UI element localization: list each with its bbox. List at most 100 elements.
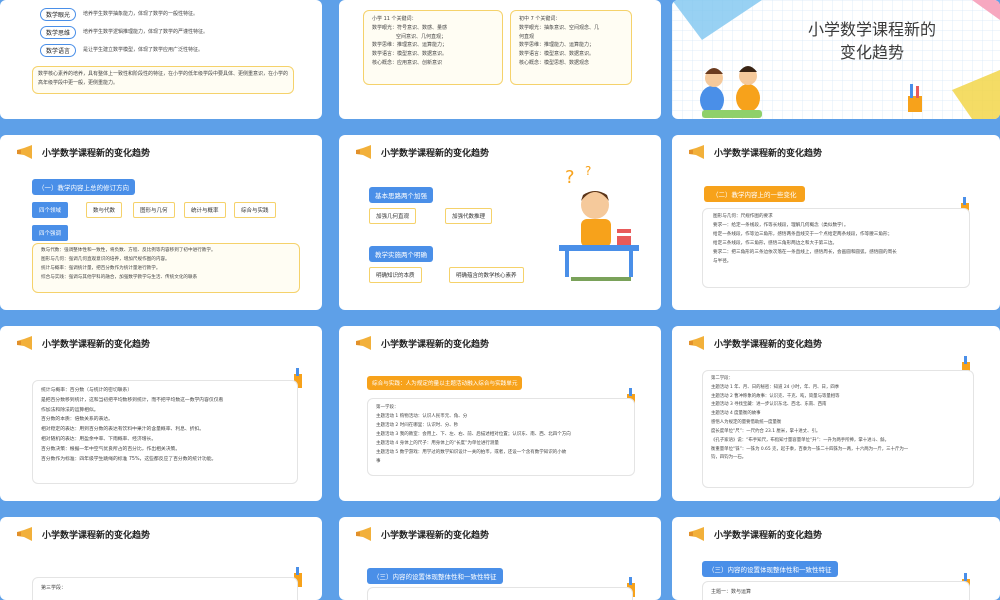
box-line: 数学眼光：抽象意识、空间观念、几 [519, 24, 600, 31]
pencil-cup-icon [908, 84, 922, 112]
trumpet-icon [356, 527, 371, 541]
box-line: 空间意识、几何直观； [396, 33, 447, 40]
slide-title: 小学数学课程新的变化趋势 [42, 339, 151, 350]
trumpet-icon [356, 336, 371, 350]
tag-text: 培养学生数学逻辑推理能力，体现了数学的严谨性特征。 [83, 29, 209, 35]
tag-label: 数学思维 [40, 26, 77, 39]
trumpet-icon [17, 336, 32, 350]
slide-basic-ideas[interactable]: 小学数学课程新的变化趋势 基本思路两个加强 加强几何直观 加强代数推理 教学实施… [339, 135, 661, 310]
box-line: 图形与几何：尺规作图的要求 [713, 214, 773, 219]
box-line: 是把百分数移到统计，这和当初把平均数移到统计，而不把平均数这一数学内容仅仅看 [41, 397, 224, 403]
slide-integrity-1[interactable]: 小学数学课程新的变化趋势 （三）内容的设置体现整体性和一致性特征 [339, 517, 661, 600]
svg-text:?: ? [565, 167, 575, 188]
box-line: 要求一：给定一条线段，作等长线段，理解几何概念（类似数学）。 [713, 222, 849, 228]
slide-header: 小学数学课程新的变化趋势 [688, 336, 822, 350]
slide-statistics-percent[interactable]: 小学数学课程新的变化趋势 统计与概率：百分数（与统计的密切联系） 是把百分数移到… [0, 326, 322, 501]
subheading-four-domains: 四个领域 [32, 202, 69, 218]
content-box: 第一学段： 主题活动 1 购物活动：认识人民币元、角、分 主题活动 2 时间在哪… [367, 398, 635, 476]
item-chip: 加强代数推理 [445, 208, 493, 224]
box-line: 第一学段： [376, 405, 399, 410]
slide-header: 小学数学课程新的变化趋势 [16, 336, 150, 350]
svg-text:?: ? [585, 164, 591, 178]
item-chip: 加强几何直观 [369, 208, 417, 224]
box-line: 第三学段： [41, 585, 67, 591]
box-line: 主题活动 5 数学游戏：用学过的数学知识设计一关的拍币，或者，还设一个含有数学知… [376, 450, 567, 455]
box-line: 第二学段： [711, 376, 733, 381]
tag-row-1: 数学眼光 培养学生数学抽象能力，体现了数学的一般性特征。 [40, 8, 243, 21]
section-heading: 综合与实践：人为规定的量以主题活动融入综合与实践单元 [367, 376, 523, 390]
slide-header: 小学数学课程新的变化趋势 [688, 527, 822, 541]
trumpet-icon [356, 145, 371, 159]
middle-keywords-box: 初中 7 个关键词： 数学眼光：抽象意识、空间观念、几 何直观 数学思维：推理能… [510, 10, 632, 85]
box-line: 数学思维：推理能力、运算能力； [519, 42, 595, 49]
emphasis-box: 数与代数：强调整体性和一致性，将负数、方程、反比例等内容移到了初中进行教学。 图… [32, 243, 300, 293]
box-line: 主题活动 1 年、月、日的秘密：知道 24 小时，年、月、日，四季 [711, 384, 840, 390]
tag-label: 数学语言 [40, 44, 77, 57]
box-line: 数学眼光：符号意识、数感、量感 [372, 24, 448, 31]
box-line: 感悟人为规定的量要借助统一度量衡 [711, 420, 782, 426]
slide-header: 小学数学课程新的变化趋势 [355, 336, 489, 350]
box-line: 核心概念：模型思想、数据观念 [519, 59, 590, 66]
slide-title: 小学数学课程新的变化趋势 [714, 339, 823, 350]
slide-title: 小学数学课程新的变化趋势 [381, 530, 490, 541]
kids-illustration [692, 50, 782, 119]
box-title: 初中 7 个关键词： [519, 16, 561, 22]
slide-header: 小学数学课程新的变化趋势 [355, 145, 489, 159]
content-box [367, 587, 633, 600]
label-two-clarify: 教学实施两个明确 [369, 246, 433, 262]
tag-text: 是让学生建立数学模型，体现了数学应用广泛性特征。 [83, 47, 204, 53]
domain-chip: 图形与几何 [133, 202, 175, 218]
box-line: 衡重量单位“铢”：一铢为 0.65 克，起于黍，百黍为一铢二十四铢为一两，十六两… [711, 446, 909, 452]
tag-text: 培养学生数学抽象能力，体现了数学的一般性特征。 [83, 11, 199, 17]
slide-keywords[interactable]: 小学 11 个关键词： 数学眼光：符号意识、数感、量感 空间意识、几何直观； 数… [339, 0, 661, 119]
note-text: 数学核心素养的培养，具有整体上一致性和阶段性的特征，在小学的低年级学段中要具体、… [38, 71, 289, 86]
box-line: 给定三条线段，作三角形，感悟三角形两边之和大于第三边。 [713, 240, 838, 246]
slide-cover[interactable]: 小学数学课程新的 变化趋势 [672, 0, 1000, 119]
subheading-four-emphases: 四个强调 [32, 225, 69, 241]
box-line: 与半径。 [713, 258, 732, 264]
box-line: 百分数决策：根据一年中空气优良所占的百分比，作出相关决策。 [41, 446, 181, 452]
trumpet-icon [17, 527, 32, 541]
box-line: 相对稳定的表达：用到百分数的表达有饮料中果汁的含量概率、利息、折扣。 [41, 427, 205, 433]
box-line: 度长度单位“尺”：一尺约合 23.1 厘米，掌十进丈、引。 [711, 428, 821, 434]
trumpet-icon [689, 336, 704, 350]
slide-integrity-2[interactable]: 小学数学课程新的变化趋势 （三）内容的设置体现整体性和一致性特征 主题一：数与运… [672, 517, 1000, 600]
slide-title: 小学数学课程新的变化趋势 [42, 148, 151, 159]
domain-chip: 综合与实践 [234, 202, 276, 218]
box-line: 综合与实践：强调与其他学科的融合，加强数学教学与生活、传统文化的联系 [41, 274, 198, 280]
box-line: 主题活动 2 时间在哪里：认识时、分、秒 [376, 423, 459, 428]
box-line: 主题活动 2 曹冲称象的故事：认识克、千克、吨，简量与等量相等 [711, 393, 840, 399]
tag-label: 数学眼光 [40, 8, 77, 21]
tag-row-3: 数学语言 是让学生建立数学模型，体现了数学应用广泛性特征。 [40, 44, 243, 57]
box-line: 给定一条线段，作等边三角形，感悟两条直线交于一个点给定两条线段，作等腰三角形； [713, 231, 893, 237]
slide-stage3[interactable]: 小学数学课程新的变化趋势 第三学段： [0, 517, 322, 600]
box-line: 事 [376, 459, 381, 464]
cover-title-line2: 变化趋势 [839, 43, 904, 63]
slide-revision-direction[interactable]: 小学数学课程新的变化趋势 （一）教学内容上总的修订方向 四个领域 数与代数 图形… [0, 135, 322, 310]
slide-practice-stage2[interactable]: 小学数学课程新的变化趋势 第二学段： 主题活动 1 年、月、日的秘密：知道 24… [672, 326, 1000, 501]
slide-title: 小学数学课程新的变化趋势 [381, 339, 490, 350]
content-box: 主题一：数与运算 [702, 581, 970, 600]
box-line: 百分数作为标准：四年级学生跳绳的标准 75%，这些都反应了百分数的统计功能。 [41, 456, 217, 462]
slide-header: 小学数学课程新的变化趋势 [355, 527, 489, 541]
box-line: 统计与概率：强调统计量，把百分数作为统计量进行教学。 [41, 265, 161, 271]
slide-title: 小学数学课程新的变化趋势 [714, 148, 823, 159]
box-line: 主题活动 4 身体上的尺子：用身体上的“长度”为单位进行测量 [376, 441, 499, 446]
content-box: 统计与概率：百分数（与统计的密切联系） 是把百分数移到统计，这和当初把平均数移到… [32, 380, 298, 484]
content-box: 第三学段： [32, 577, 298, 600]
box-title: 小学 11 个关键词： [372, 16, 417, 22]
slide-practice-stage1[interactable]: 小学数学课程新的变化趋势 综合与实践：人为规定的量以主题活动融入综合与实践单元 … [339, 326, 661, 501]
domain-chip: 统计与概率 [184, 202, 226, 218]
box-line: 统计与概率：百分数（与统计的密切联系） [41, 388, 133, 393]
box-line: 钧，四钧为一石。 [711, 455, 747, 461]
trumpet-icon [689, 145, 704, 159]
box-line: 数学思维：推理意识、运算能力； [372, 42, 448, 49]
cover-title: 小学数学课程新的 变化趋势 [772, 18, 972, 64]
student-thinking-illustration: ? ? [551, 161, 641, 295]
box-line: 何直观 [519, 33, 535, 40]
slide-core-literacy[interactable]: 数学眼光 培养学生数学抽象能力，体现了数学的一般性特征。 数学思维 培养学生数学… [0, 0, 322, 119]
content-box: 第二学段： 主题活动 1 年、月、日的秘密：知道 24 小时，年、月、日，四季 … [702, 370, 974, 488]
label-two-strengthen: 基本思路两个加强 [369, 187, 433, 203]
slide-content-changes[interactable]: 小学数学课程新的变化趋势 （二）教学内容上的一些变化 图形与几何：尺规作图的要求… [672, 135, 1000, 310]
box-line: 主题活动 3 我的教室：会用上、下、左、右、前、后描述相对位置；认识东、南、西、… [376, 432, 571, 437]
